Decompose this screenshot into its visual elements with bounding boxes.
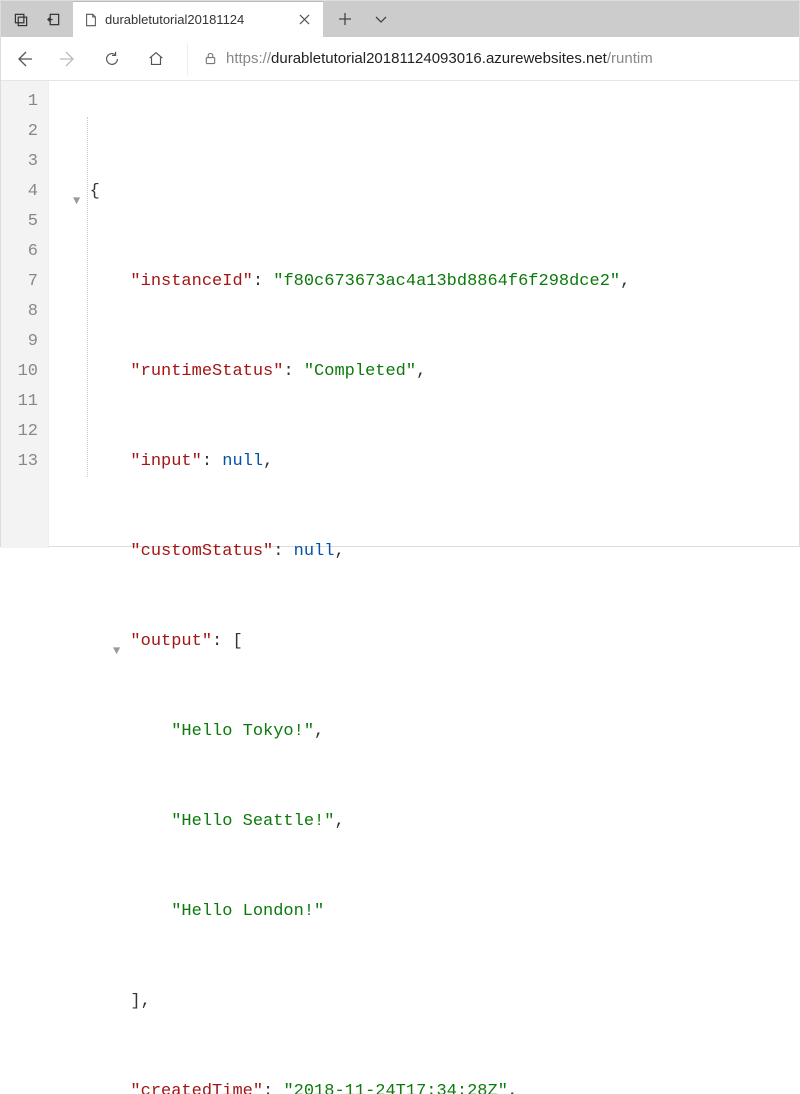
url-text: https://durabletutorial20181124093016.az… [226,50,653,67]
close-icon[interactable] [295,11,313,29]
tab-actions [323,1,403,37]
new-tab-button[interactable] [329,5,361,33]
browser-toolbar: https://durabletutorial20181124093016.az… [1,37,799,81]
browser-tab[interactable]: durabletutorial20181124 [73,1,323,37]
indent-guide [87,117,88,477]
line-number: 1 [1,87,38,117]
tabs-aside-icon[interactable] [7,5,35,33]
window-titlebar: durabletutorial20181124 [1,1,799,37]
fold-toggle-icon[interactable]: ▼ [73,186,80,216]
line-number: 7 [1,267,38,297]
file-icon [83,12,99,28]
back-button[interactable] [11,46,37,72]
line-number: 8 [1,297,38,327]
line-number: 12 [1,417,38,447]
line-number: 13 [1,447,38,477]
tab-menu-button[interactable] [365,5,397,33]
line-number: 9 [1,327,38,357]
refresh-button[interactable] [99,46,125,72]
line-number: 10 [1,357,38,387]
line-number: 4 [1,177,38,207]
titlebar-button-group [1,1,73,37]
line-number: 2 [1,117,38,147]
code-pane[interactable]: ▼ { "instanceId": "f80c673673ac4a13bd886… [49,81,799,548]
line-gutter: 1 2 3 4 5 6 7 8 9 10 11 12 13 [1,81,49,548]
set-tabs-aside-icon[interactable] [39,5,67,33]
json-viewer: 1 2 3 4 5 6 7 8 9 10 11 12 13 ▼ { "insta… [1,81,799,548]
forward-button[interactable] [55,46,81,72]
line-number: 5 [1,207,38,237]
lock-icon [202,51,218,67]
line-number: 11 [1,387,38,417]
tab-title: durabletutorial20181124 [105,12,289,27]
home-button[interactable] [143,46,169,72]
fold-toggle-icon[interactable]: ▼ [113,636,120,666]
address-bar[interactable]: https://durabletutorial20181124093016.az… [187,43,789,75]
line-number: 3 [1,147,38,177]
line-number: 6 [1,237,38,267]
